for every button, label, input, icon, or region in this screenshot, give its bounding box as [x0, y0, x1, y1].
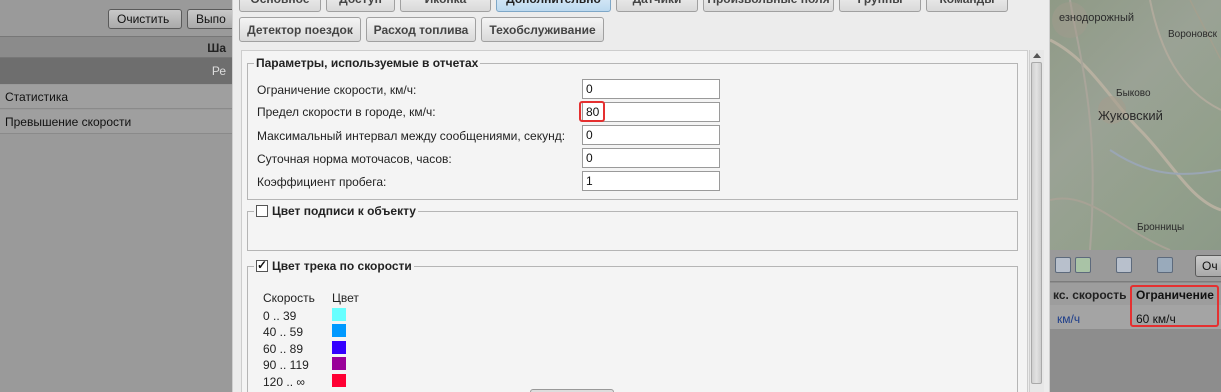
list-item-statistics[interactable]: Статистика — [0, 85, 232, 109]
left-header-label: Ша — [207, 41, 226, 55]
left-subheader: Ре — [0, 58, 232, 84]
tab-maintenance[interactable]: Техобслуживание — [481, 17, 604, 42]
label-color-checkbox[interactable] — [256, 205, 268, 217]
left-table-header: Ша — [0, 36, 232, 58]
col-max-speed-header: кс. скорость — [1053, 288, 1127, 302]
excel-icon[interactable] — [1075, 257, 1091, 273]
tab-commands[interactable]: Команды — [926, 0, 1008, 12]
track-color-legend: ✓ Цвет трека по скорости — [254, 258, 414, 273]
speed-limit-input[interactable] — [582, 79, 720, 99]
speed-range-4: 120 .. ∞ — [263, 375, 305, 389]
scroll-up-icon[interactable] — [1033, 53, 1041, 58]
grid-icon[interactable] — [1055, 257, 1071, 273]
speed-range-1: 40 .. 59 — [263, 325, 304, 339]
scrollbar-thumb[interactable] — [1031, 62, 1042, 384]
col-max-speed-value: км/ч — [1057, 312, 1081, 326]
map-label-bykovo: Быково — [1116, 88, 1151, 99]
engine-hours-label: Суточная норма моточасов, часов: — [257, 152, 452, 166]
label-color-legend: Цвет подписи к объекту — [254, 204, 418, 218]
speed-limit-label: Ограничение скорости, км/ч: — [257, 83, 417, 97]
object-properties-dialog: Основное Доступ Иконка Дополнительно Дат… — [232, 0, 1050, 392]
label-color-group: Цвет подписи к объекту — [247, 204, 1018, 251]
mileage-coef-input[interactable] — [582, 171, 720, 191]
speed-range-2: 60 .. 89 — [263, 342, 304, 356]
max-interval-input[interactable] — [582, 125, 720, 145]
tab-custom-fields[interactable]: Произвольные поля — [703, 0, 834, 12]
tab-advanced[interactable]: Дополнительно — [496, 0, 611, 12]
col-limit-header: Ограничение — [1136, 288, 1214, 302]
city-speed-limit-label: Предел скорости в городе, км/ч: — [257, 105, 436, 119]
tab-basic[interactable]: Основное — [239, 0, 321, 12]
map-label-bronnitsy: Бронницы — [1137, 222, 1185, 233]
tab-access[interactable]: Доступ — [326, 0, 395, 12]
speed-range-0: 0 .. 39 — [263, 309, 297, 323]
speed-range-3: 90 .. 119 — [263, 358, 309, 372]
track-color-checkbox[interactable]: ✓ — [256, 258, 268, 272]
track-color-group: ✓ Цвет трека по скорости — [247, 258, 1018, 392]
tab-sensors[interactable]: Датчики — [616, 0, 698, 12]
engine-hours-input[interactable] — [582, 148, 720, 168]
speed-column-header: Скорость — [263, 291, 315, 305]
list-item-speeding[interactable]: Превышение скорости — [0, 110, 232, 134]
color-swatch-3[interactable] — [332, 357, 346, 370]
export-icon[interactable] — [1116, 257, 1132, 273]
color-swatch-4[interactable] — [332, 374, 346, 387]
report-params-legend: Параметры, используемые в отчетах — [254, 56, 481, 70]
print-icon[interactable] — [1157, 257, 1173, 273]
map-view[interactable]: езнодорожный Вороновск Быково Жуковский … — [1050, 0, 1221, 250]
clear-button-right[interactable]: Оч — [1195, 255, 1221, 277]
col-limit-value: 60 км/ч — [1136, 312, 1176, 326]
color-swatch-1[interactable] — [332, 324, 346, 337]
color-swatch-0[interactable] — [332, 308, 346, 321]
execute-button[interactable]: Выпо — [187, 9, 232, 29]
tab-fuel-consumption[interactable]: Расход топлива — [366, 17, 476, 42]
checkmark-icon: ✓ — [257, 258, 268, 272]
mileage-coef-label: Коэффициент пробега: — [257, 175, 387, 189]
color-column-header: Цвет — [332, 291, 359, 305]
city-limit-highlight — [579, 101, 605, 122]
tab-trip-detector[interactable]: Детектор поездок — [239, 17, 361, 42]
max-interval-label: Максимальный интервал между сообщениями,… — [257, 129, 566, 143]
map-label-zheleznodorozhny: езнодорожный — [1059, 12, 1135, 24]
map-label-zhukovsky: Жуковский — [1098, 108, 1163, 123]
map-label-voronovsk: Вороновск — [1168, 29, 1218, 40]
report-params-group: Параметры, используемые в отчетах Ограни… — [247, 56, 1018, 200]
left-subheader-label: Ре — [211, 64, 226, 78]
tab-groups[interactable]: Группы — [839, 0, 921, 12]
clear-button[interactable]: Очистить — [108, 9, 182, 29]
background-left-panel: Очистить Выпо Ша Ре Статистика Превышени… — [0, 0, 232, 392]
color-swatch-2[interactable] — [332, 341, 346, 354]
tab-icon[interactable]: Иконка — [400, 0, 491, 12]
